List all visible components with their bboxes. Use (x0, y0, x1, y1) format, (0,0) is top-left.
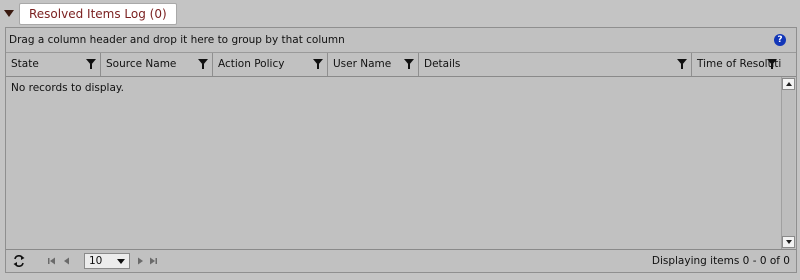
scroll-down-button[interactable] (782, 236, 795, 248)
column-label: Details (424, 58, 461, 70)
refresh-icon[interactable] (12, 254, 26, 268)
chevron-down-icon[interactable] (117, 259, 125, 264)
resolved-items-grid: Drag a column header and drop it here to… (5, 27, 797, 273)
filter-icon[interactable] (677, 59, 687, 69)
column-header-time-of-resolution[interactable]: Time of Resolution (692, 53, 781, 76)
arrow-up-icon (786, 82, 792, 86)
page-size-select[interactable]: 10 (84, 253, 130, 269)
page-size-value: 10 (89, 255, 103, 267)
grid-body: No records to display. (6, 77, 780, 249)
column-header-action-policy[interactable]: Action Policy (213, 53, 328, 76)
column-label: State (11, 58, 39, 70)
next-page-icon[interactable] (134, 254, 146, 268)
pager-bar: 10 Displaying items 0 - 0 of 0 (6, 249, 796, 272)
previous-page-icon[interactable] (61, 254, 73, 268)
column-header-details[interactable]: Details (419, 53, 692, 76)
filter-icon[interactable] (404, 59, 414, 69)
column-label: Source Name (106, 58, 177, 70)
arrow-down-icon (786, 240, 792, 244)
last-page-icon[interactable] (147, 254, 159, 268)
column-header-row: State Source Name Action Policy User Nam… (6, 53, 796, 77)
column-label: User Name (333, 58, 392, 70)
no-records-message: No records to display. (11, 82, 124, 94)
help-icon[interactable]: ? (774, 34, 786, 46)
collapse-triangle-icon[interactable] (4, 10, 14, 17)
column-header-state[interactable]: State (6, 53, 101, 76)
group-by-hint: Drag a column header and drop it here to… (9, 34, 345, 46)
pager-status: Displaying items 0 - 0 of 0 (651, 255, 790, 267)
vertical-scrollbar[interactable] (781, 77, 795, 249)
filter-icon[interactable] (86, 59, 96, 69)
section-title[interactable]: Resolved Items Log (0) (19, 3, 177, 25)
filter-icon[interactable] (198, 59, 208, 69)
filter-icon[interactable] (767, 59, 777, 69)
group-by-panel[interactable]: Drag a column header and drop it here to… (6, 28, 796, 53)
scroll-up-button[interactable] (782, 78, 795, 90)
filter-icon[interactable] (313, 59, 323, 69)
column-label: Action Policy (218, 58, 285, 70)
column-header-user-name[interactable]: User Name (328, 53, 419, 76)
first-page-icon[interactable] (46, 254, 58, 268)
section-header: Resolved Items Log (0) (0, 0, 800, 28)
column-header-source-name[interactable]: Source Name (101, 53, 213, 76)
